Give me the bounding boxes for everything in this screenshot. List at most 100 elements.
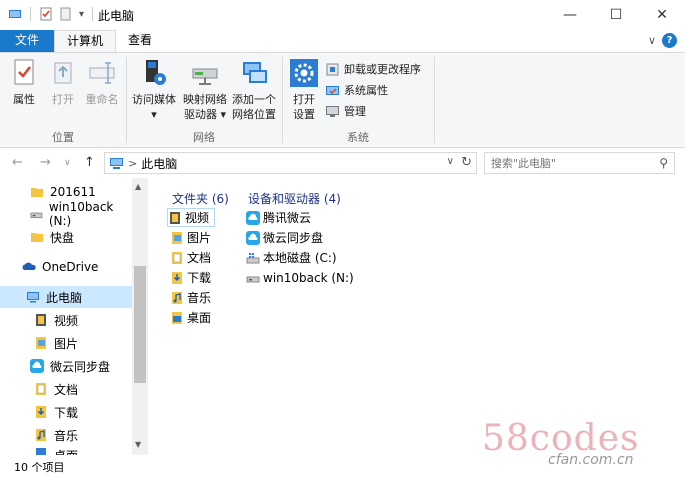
usb-drive-icon [30, 212, 43, 219]
system-properties-label: 系统属性 [344, 84, 388, 97]
pictures-folder-icon [172, 231, 182, 244]
computer-icon [27, 292, 39, 303]
device-label: 本地磁盘 (C:) [263, 251, 337, 265]
properties-check-icon[interactable] [39, 7, 53, 21]
nav-item-label: 视频 [54, 313, 79, 328]
device-local-disk-c[interactable]: 本地磁盘 (C:) [246, 248, 337, 267]
nav-item-label: 201611 [50, 185, 96, 199]
nav-item-pictures[interactable]: 图片 [0, 332, 132, 354]
system-properties-icon [326, 85, 339, 95]
system-properties-button[interactable]: 系统属性 [325, 81, 388, 99]
folder-desktop[interactable]: 桌面 [170, 308, 211, 327]
folder-pictures[interactable]: 图片 [170, 228, 211, 247]
nav-item-music[interactable]: 音乐 [0, 424, 132, 446]
folder-label: 音乐 [187, 291, 212, 305]
ribbon-group-network: 访问媒体 ▾ 映射网络 驱动器 ▾ 添加一个 网络位置 网络 [127, 53, 281, 148]
minimize-button[interactable]: — [547, 0, 593, 30]
nav-item-desktop[interactable]: 桌面 [0, 447, 132, 455]
rename-button[interactable]: 重命名 [82, 57, 122, 107]
folder-label: 文档 [187, 251, 212, 265]
ribbon: 属性 打开 重命名 位置 访问媒体 ▾ 映射网络 驱动器 ▾ 添加一个 网络位置 [0, 52, 685, 148]
nav-item-label: 音乐 [54, 428, 79, 443]
manage-icon [326, 105, 339, 117]
address-dropdown-button[interactable]: ∨ [447, 156, 454, 167]
device-label: win10back (N:) [263, 270, 354, 285]
tab-view[interactable]: 查看 [116, 30, 164, 52]
toolbar-separator [30, 7, 31, 21]
nav-scrollbar-thumb[interactable] [134, 266, 146, 383]
uninstall-label: 卸载或更改程序 [344, 63, 421, 76]
nav-item-this-pc[interactable]: 此电脑 [0, 286, 132, 308]
ribbon-tabs: 文件 计算机 查看 ∨ ? [0, 30, 685, 53]
device-tencent-weiyun[interactable]: 腾讯微云 [246, 208, 311, 227]
tab-file[interactable]: 文件 [0, 30, 54, 52]
window-title: 此电脑 [98, 9, 135, 23]
search-box[interactable]: ⚲ [484, 152, 675, 174]
window-controls: — ☐ ✕ [547, 0, 685, 30]
nav-item-kuaipan[interactable]: 快盘 [0, 226, 132, 248]
scroll-up-icon[interactable]: ▲ [135, 182, 141, 191]
recent-locations-button[interactable]: ∨ [64, 158, 71, 168]
device-label: 腾讯微云 [263, 211, 312, 225]
back-button[interactable]: ← [12, 155, 23, 170]
collapse-ribbon-button[interactable]: ∨ [648, 34, 656, 47]
item-count: 10 个项目 [14, 461, 65, 474]
quick-access-dropdown[interactable]: ▾ [79, 9, 84, 20]
group-label-location: 位置 [52, 131, 74, 144]
nav-item-downloads[interactable]: 下载 [0, 401, 132, 423]
ribbon-group-location: 属性 打开 重命名 位置 [0, 53, 126, 148]
access-media-button[interactable]: 访问媒体 ▾ [129, 57, 179, 122]
nav-item-onedrive[interactable]: OneDrive [0, 256, 132, 278]
manage-button[interactable]: 管理 [325, 102, 366, 120]
folders-section-header[interactable]: 文件夹 (6) [172, 190, 229, 207]
rename-icon [89, 62, 115, 84]
close-button[interactable]: ✕ [639, 0, 685, 30]
nav-item-win10back[interactable]: win10back (N:) [0, 200, 132, 228]
nav-scrollbar[interactable]: ▲ ▼ [132, 178, 148, 455]
folder-downloads[interactable]: 下载 [170, 268, 211, 287]
tab-computer[interactable]: 计算机 [54, 30, 117, 53]
open-settings-button[interactable]: 打开 设置 [287, 57, 321, 122]
uninstall-icon [326, 63, 339, 75]
forward-button[interactable]: → [40, 155, 51, 170]
nav-item-documents[interactable]: 文档 [0, 378, 132, 400]
usb-drive-icon [246, 276, 260, 282]
nav-item-label: 文档 [54, 382, 79, 397]
folder-documents[interactable]: 文档 [170, 248, 211, 267]
nav-item-weiyun[interactable]: 微云同步盘 [0, 355, 132, 377]
map-drive-label-1: 映射网络 [183, 93, 227, 106]
new-folder-icon[interactable] [59, 7, 73, 21]
devices-section-header[interactable]: 设备和驱动器 (4) [248, 190, 341, 207]
uninstall-program-button[interactable]: 卸载或更改程序 [325, 60, 421, 78]
device-win10back-n[interactable]: win10back (N:) [246, 268, 354, 287]
scroll-down-icon[interactable]: ▼ [135, 440, 141, 449]
properties-button[interactable]: 属性 [6, 57, 42, 107]
properties-icon [14, 59, 34, 85]
music-folder-icon [36, 429, 46, 441]
open-settings-label-2: 设置 [293, 108, 315, 121]
nav-item-videos[interactable]: 视频 [0, 309, 132, 331]
nav-item-label: 快盘 [50, 230, 75, 245]
weiyun-icon [30, 359, 44, 373]
maximize-button[interactable]: ☐ [593, 0, 639, 30]
open-button[interactable]: 打开 [46, 57, 80, 107]
path-separator[interactable]: > [128, 157, 137, 170]
address-input[interactable]: > 此电脑 ∨ ↻ [104, 152, 477, 174]
map-network-drive-button[interactable]: 映射网络 驱动器 ▾ [179, 57, 231, 122]
folder-videos[interactable]: 视频 [167, 208, 215, 227]
search-icon[interactable]: ⚲ [659, 156, 668, 170]
add-network-location-button[interactable]: 添加一个 网络位置 [229, 57, 279, 122]
nav-item-label: win10back (N:) [48, 200, 114, 228]
up-button[interactable]: ↑ [84, 155, 95, 170]
properties-label: 属性 [13, 93, 35, 106]
device-weiyun-sync[interactable]: 微云同步盘 [246, 228, 323, 247]
nav-item-label: 下载 [54, 405, 79, 420]
help-icon[interactable]: ? [662, 33, 677, 48]
add-location-label-1: 添加一个 [232, 93, 276, 106]
refresh-button[interactable]: ↻ [461, 155, 472, 170]
search-input[interactable] [485, 153, 645, 173]
folder-music[interactable]: 音乐 [170, 288, 211, 307]
breadcrumb-this-pc[interactable]: 此电脑 [141, 155, 177, 172]
explorer-icon [9, 10, 21, 18]
desktop-folder-icon [36, 448, 46, 455]
